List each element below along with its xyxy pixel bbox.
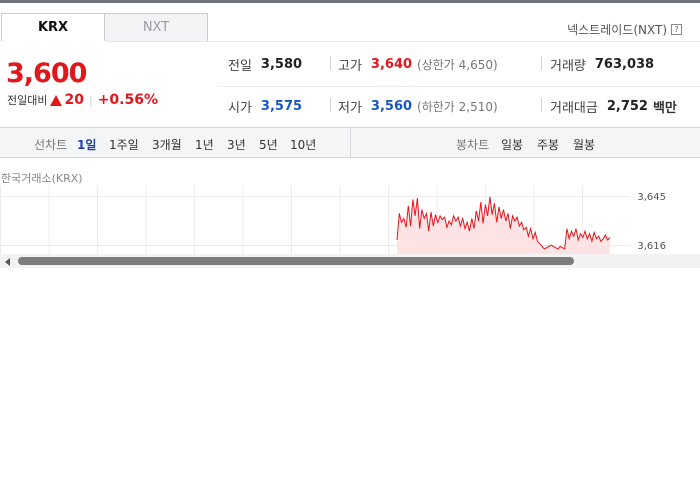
period-3m[interactable]: 3개월 bbox=[152, 136, 182, 153]
scrollbar-thumb[interactable] bbox=[18, 257, 574, 265]
candle-monthly[interactable]: 월봉 bbox=[573, 136, 595, 153]
change-label: 전일대비 bbox=[7, 94, 48, 107]
candle-chart-label: 봉차트 bbox=[456, 138, 490, 152]
stat-unit: 백만 bbox=[652, 101, 677, 116]
nxt-info-link[interactable]: 넥스트레이드(NXT) ? bbox=[567, 21, 682, 38]
intraday-chart: 3,645 3,616 bbox=[0, 186, 666, 254]
stat-volume: 거래량 763,038 bbox=[550, 55, 654, 74]
stat-low: 저가 3,560 (하한가 2,510) bbox=[338, 97, 498, 116]
top-border bbox=[0, 0, 700, 3]
tab-nxt[interactable]: NXT bbox=[104, 13, 208, 42]
stat-label: 고가 bbox=[338, 59, 362, 74]
stat-label: 거래량 bbox=[550, 59, 586, 74]
line-chart-label: 선차트 bbox=[34, 138, 68, 152]
stat-high: 고가 3,640 (상한가 4,650) bbox=[338, 55, 498, 74]
tabs-baseline bbox=[0, 41, 700, 42]
period-3y[interactable]: 3년 bbox=[227, 136, 246, 153]
stat-value: 3,560 bbox=[370, 99, 413, 114]
stat-value: 3,580 bbox=[260, 57, 303, 72]
market-tabs: KRX NXT bbox=[1, 13, 208, 42]
change-separator: | bbox=[88, 93, 93, 107]
stat-value: 3,640 bbox=[370, 57, 413, 72]
divider bbox=[541, 98, 542, 112]
period-1d[interactable]: 1일 bbox=[77, 136, 96, 153]
nxt-info-label: 넥스트레이드(NXT) bbox=[567, 23, 667, 37]
question-icon[interactable]: ? bbox=[671, 24, 682, 35]
period-5y[interactable]: 5년 bbox=[259, 136, 278, 153]
tab-krx[interactable]: KRX bbox=[1, 13, 105, 42]
stats-row-divider bbox=[218, 86, 700, 87]
divider bbox=[330, 56, 331, 70]
up-triangle-icon bbox=[50, 94, 63, 106]
upper-limit: (상한가 4,650) bbox=[417, 58, 498, 72]
scroll-left-arrow-icon[interactable] bbox=[5, 258, 10, 266]
stat-open: 시가 3,575 bbox=[228, 97, 302, 116]
y-tick-label: 3,645 bbox=[637, 192, 666, 203]
period-divider bbox=[350, 128, 351, 157]
lower-limit: (하한가 2,510) bbox=[417, 100, 498, 114]
stat-trade-value: 거래대금 2,752 백만 bbox=[550, 97, 677, 116]
stat-prev-close: 전일 3,580 bbox=[228, 55, 302, 74]
candle-weekly[interactable]: 주봉 bbox=[537, 136, 559, 153]
current-price: 3,600 bbox=[6, 58, 87, 89]
stat-value: 2,752 bbox=[606, 99, 648, 114]
divider bbox=[330, 98, 331, 112]
candle-daily[interactable]: 일봉 bbox=[501, 136, 523, 153]
chart-source: 한국거래소(KRX) bbox=[1, 172, 83, 185]
period-1w[interactable]: 1주일 bbox=[109, 136, 139, 153]
divider bbox=[541, 56, 542, 70]
stat-label: 전일 bbox=[228, 59, 252, 74]
change-percent: +0.56% bbox=[97, 92, 158, 108]
price-change: 전일대비 20 | +0.56% bbox=[7, 92, 158, 108]
stat-label: 시가 bbox=[228, 101, 252, 116]
y-tick-label: 3,616 bbox=[637, 241, 666, 252]
chart-period-bar: 선차트 1일 1주일 3개월 1년 3년 5년 10년 봉차트 일봉 주봉 월봉 bbox=[0, 127, 700, 158]
stat-value: 3,575 bbox=[260, 99, 303, 114]
stat-value: 763,038 bbox=[594, 57, 655, 72]
period-10y[interactable]: 10년 bbox=[290, 136, 316, 153]
change-amount: 20 bbox=[64, 92, 84, 108]
period-1y[interactable]: 1년 bbox=[195, 136, 214, 153]
stat-label: 저가 bbox=[338, 101, 362, 116]
stat-label: 거래대금 bbox=[550, 101, 598, 116]
